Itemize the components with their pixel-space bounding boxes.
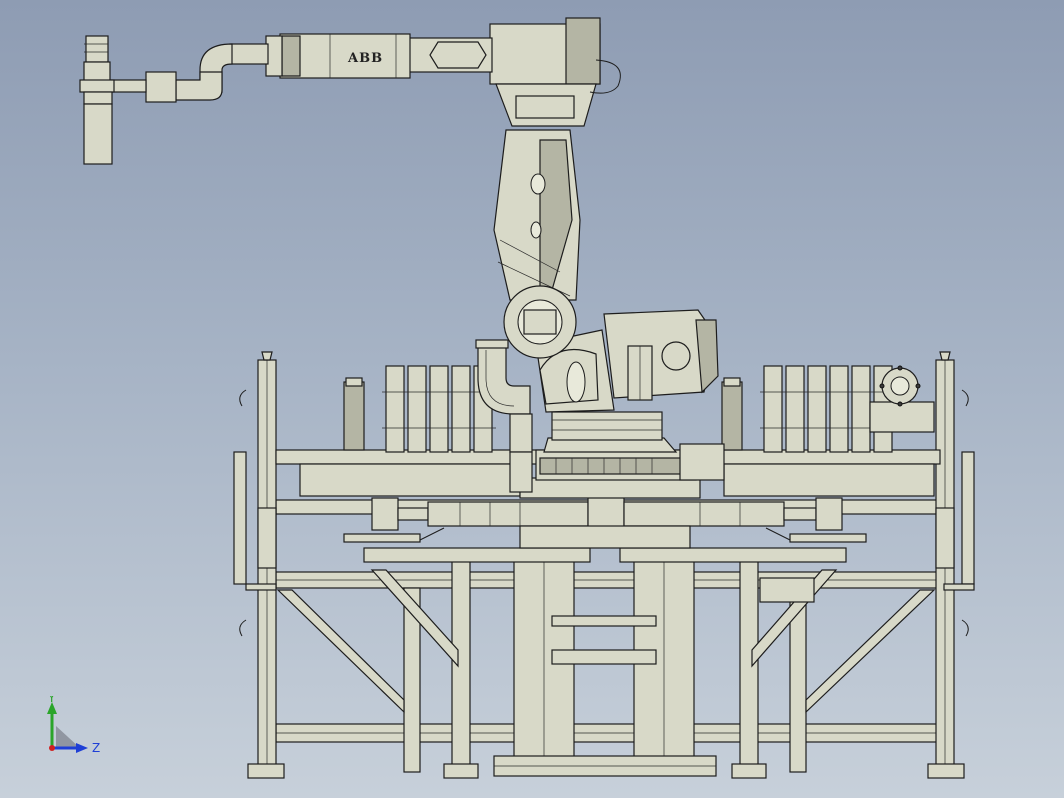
robot-wrist-pipe — [109, 35, 283, 103]
cad-viewport[interactable]: ABB Y Z — [0, 0, 1064, 798]
brand-label: ABB — [347, 51, 383, 66]
robot-gripper — [79, 35, 115, 165]
assembly-model[interactable]: ABB — [0, 0, 1064, 798]
robot-lower-arm — [493, 129, 581, 359]
x-axis-dot — [49, 745, 55, 751]
y-axis-label: Y — [47, 696, 56, 705]
robot-upper-arm: ABB — [279, 17, 621, 127]
coordinate-triad[interactable]: Y Z — [36, 691, 106, 760]
z-axis-arrowhead — [76, 743, 88, 753]
robot-axis2-motor — [603, 309, 719, 401]
parts-magazine-right — [721, 365, 935, 497]
robot-base — [519, 411, 725, 499]
z-axis-label: Z — [92, 741, 100, 755]
